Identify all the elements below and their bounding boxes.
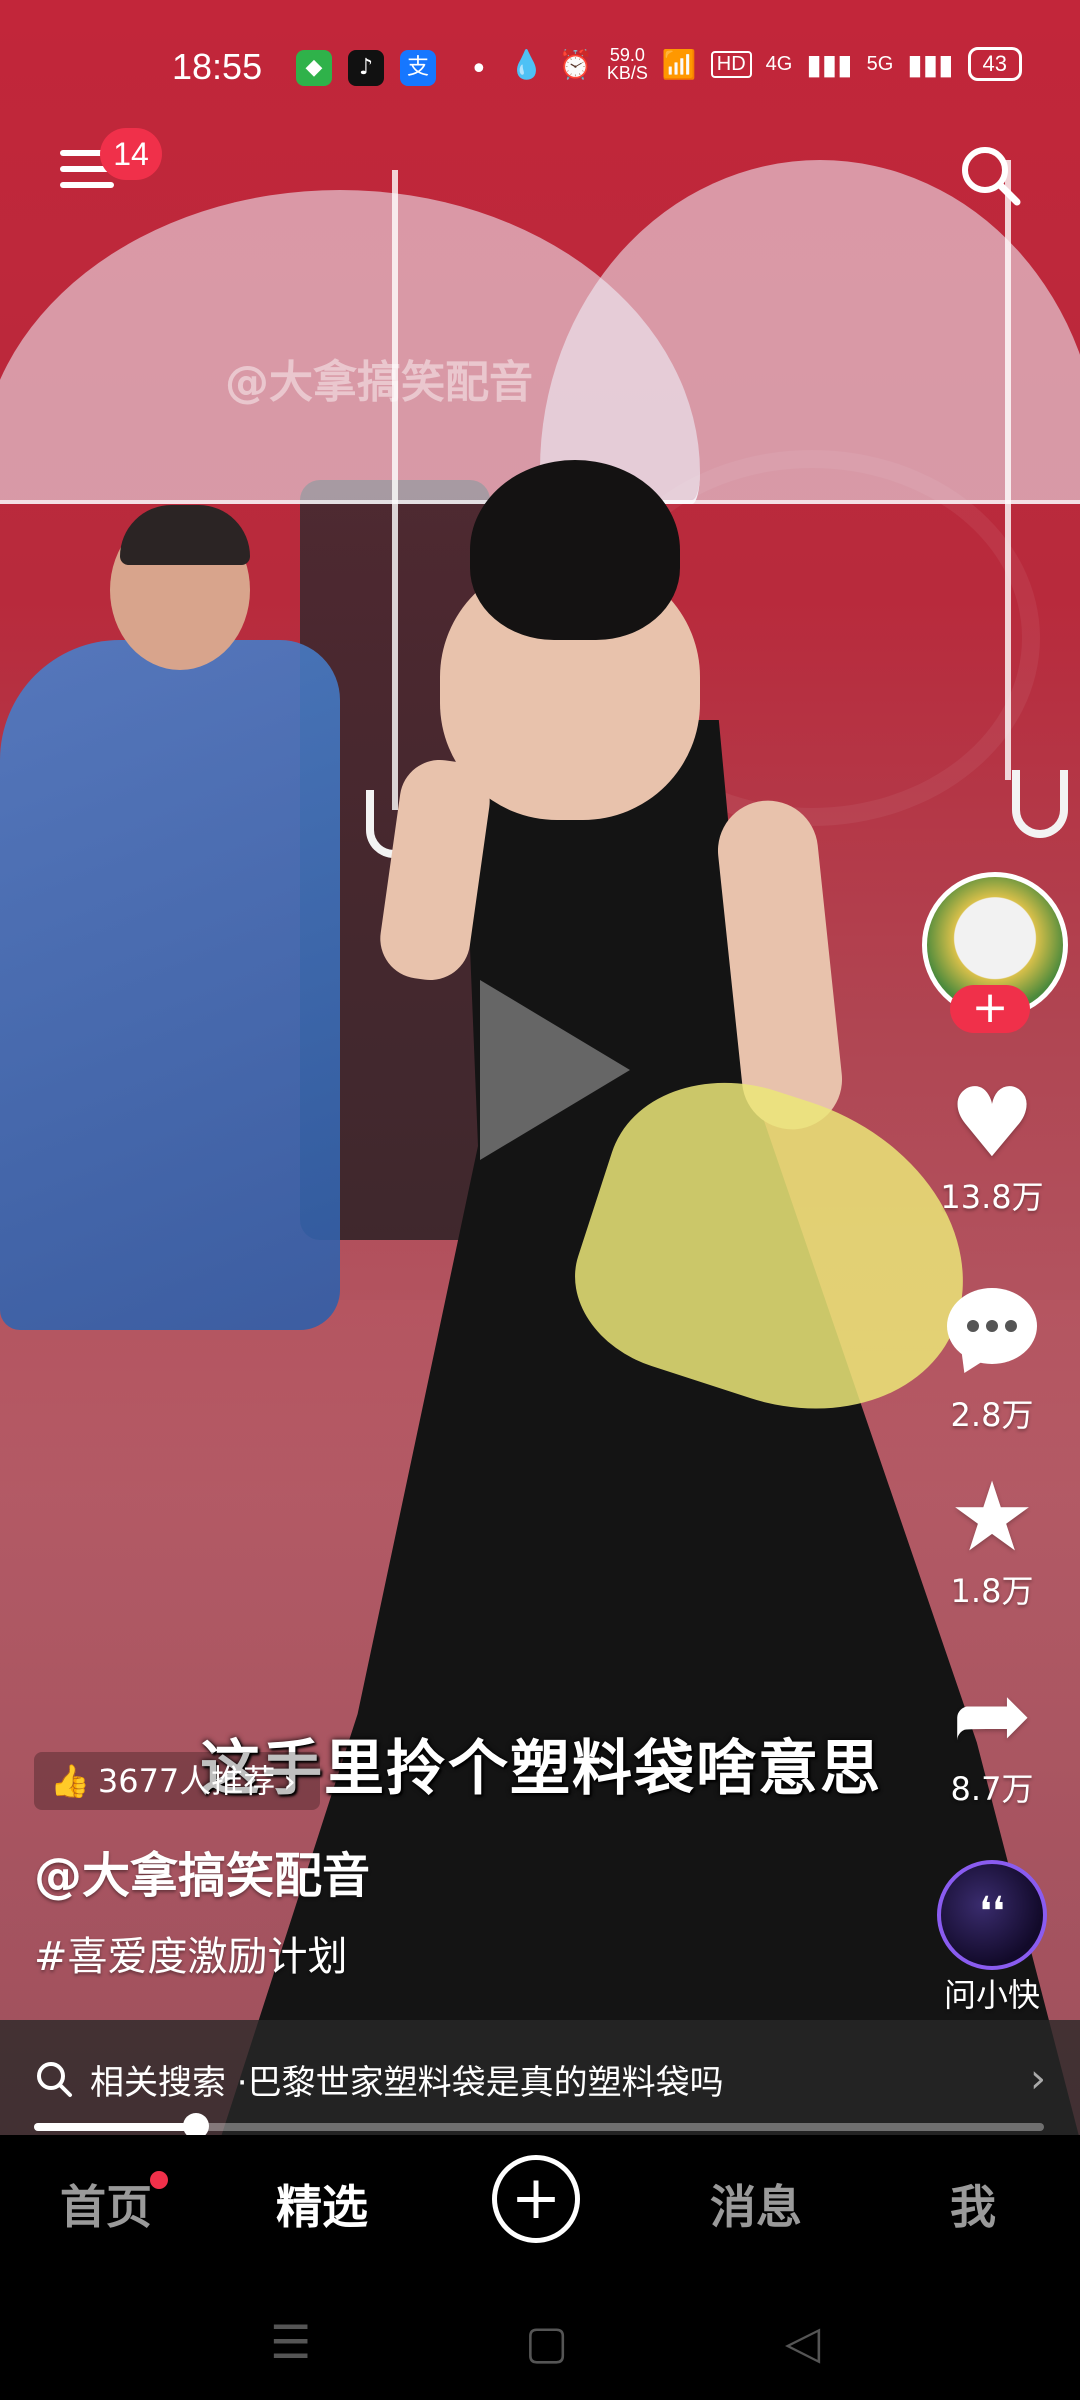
ai-assistant-button[interactable]: ❛❛ 问小快 — [922, 1860, 1062, 2016]
system-nav-bar: ☰ ▢ ◁ — [0, 2275, 1080, 2400]
nav-me[interactable]: 我 — [950, 2171, 996, 2237]
hashtag[interactable]: #喜爱度激励计划 — [34, 1924, 348, 1982]
author-name[interactable]: @大拿搞笑配音 — [34, 1836, 370, 1906]
search-icon[interactable] — [955, 140, 1025, 210]
nav-featured[interactable]: 精选 — [276, 2171, 368, 2237]
tiktok-app-icon: ♪ — [348, 50, 384, 86]
alipay-app-icon: 支 — [400, 50, 436, 86]
alarm-icon: ⏰ — [558, 48, 593, 80]
share-count: 8.7万 — [950, 1770, 1034, 1808]
star-icon: ★ — [948, 1461, 1036, 1573]
like-count: 13.8万 — [940, 1178, 1044, 1216]
net-speed: 59.0 KB/S — [606, 45, 648, 83]
signal-5g-icon: 5G — [866, 52, 894, 75]
app-screen: @大拿搞笑配音 18:55 ◆ ♪ 支 • 💧 ⏰ 59.0 KB/S 📶 HD… — [0, 0, 1080, 2400]
status-bar: 18:55 ◆ ♪ 支 • 💧 ⏰ 59.0 KB/S 📶 HD 4G ▮▮▮ … — [0, 0, 1080, 130]
chevron-right-icon: › — [1030, 2056, 1046, 2102]
like-button[interactable]: ♥ 13.8万 — [922, 1068, 1062, 1218]
comment-count: 2.8万 — [950, 1396, 1034, 1434]
nav-home[interactable]: 首页 — [60, 2171, 152, 2237]
umbrella-right — [540, 160, 1080, 504]
hd-icon: HD — [710, 50, 752, 78]
status-time: 18:55 — [172, 46, 263, 87]
related-search-prefix: 相关搜索 · — [90, 2062, 248, 2103]
comment-icon — [947, 1288, 1037, 1364]
home-icon[interactable]: ▢ — [525, 2315, 568, 2369]
back-icon[interactable]: ◁ — [785, 2315, 820, 2369]
video-watermark: @大拿搞笑配音 — [225, 357, 533, 408]
drop-icon: 💧 — [509, 48, 544, 80]
thumbs-up-icon: 👍 — [50, 1762, 90, 1800]
search-icon — [37, 2062, 72, 2097]
signal-4g-icon: 4G — [765, 52, 793, 75]
create-plus-button[interactable]: + — [492, 2155, 580, 2243]
favorite-count: 1.8万 — [950, 1572, 1034, 1610]
video-progress-bar[interactable] — [34, 2113, 1044, 2139]
related-search-bar[interactable]: 相关搜索 · 巴黎世家塑料袋是真的塑料袋吗 › — [0, 2020, 1080, 2138]
shield-app-icon: ◆ — [296, 50, 332, 86]
recommend-count: 3677人推荐 — [97, 1762, 276, 1800]
play-icon[interactable] — [480, 980, 630, 1160]
signal-bars-icon: ▮▮▮ — [907, 48, 954, 80]
comment-button[interactable]: 2.8万 — [922, 1274, 1062, 1436]
person-raincoat — [0, 640, 340, 1330]
heart-icon: ♥ — [948, 1067, 1036, 1179]
bottom-nav: 首页 精选 + 消息 我 — [0, 2135, 1080, 2275]
related-search-query: 巴黎世家塑料袋是真的塑料袋吗 — [247, 2062, 724, 2103]
share-icon: ➦ — [951, 1659, 1033, 1771]
recent-apps-icon[interactable]: ☰ — [270, 2315, 311, 2369]
notification-dot-icon: • — [470, 52, 488, 87]
follow-plus-button[interactable]: + — [950, 985, 1030, 1033]
menu-badge: 14 — [100, 128, 162, 180]
recommend-pill[interactable]: 👍 3677人推荐 › — [34, 1752, 321, 1810]
nav-messages[interactable]: 消息 — [710, 2171, 802, 2237]
share-button[interactable]: ➦ 8.7万 — [922, 1660, 1062, 1810]
wifi-icon: 📶 — [661, 48, 697, 80]
video-player[interactable]: @大拿搞笑配音 — [0, 0, 1080, 2135]
home-notification-dot — [150, 2171, 168, 2189]
chevron-right-icon: › — [283, 1762, 297, 1800]
ai-assistant-label: 问小快 — [943, 1976, 1040, 2014]
progress-fill — [34, 2123, 196, 2131]
favorite-button[interactable]: ★ 1.8万 — [922, 1462, 1062, 1612]
ai-orb-icon: ❛❛ — [937, 1860, 1047, 1970]
signal-bars-icon: ▮▮▮ — [806, 48, 853, 80]
battery-icon: 43 — [967, 47, 1022, 81]
